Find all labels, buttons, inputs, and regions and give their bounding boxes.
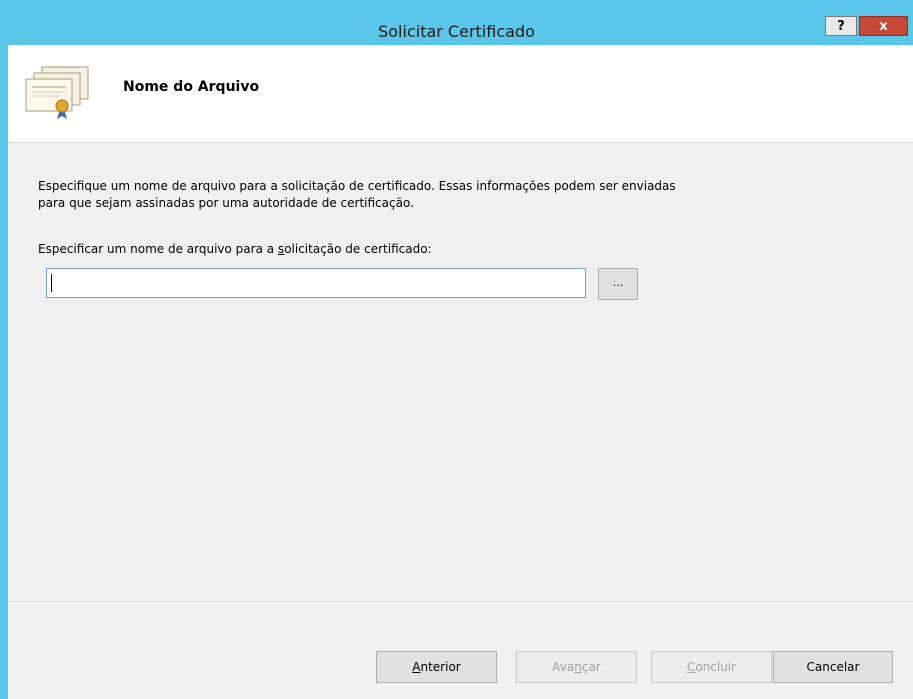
browse-button[interactable]: ...: [598, 268, 638, 300]
filename-label: Especificar um nome de arquivo para a so…: [38, 242, 432, 256]
page-title: Nome do Arquivo: [123, 79, 260, 95]
dialog-body: Nome do Arquivo Especifique um nome de a…: [8, 45, 913, 699]
help-button[interactable]: ?: [825, 16, 857, 36]
cancel-button[interactable]: Cancelar: [773, 651, 893, 683]
next-button[interactable]: Avançar: [516, 651, 637, 683]
close-button[interactable]: x: [859, 16, 908, 36]
previous-button-label: nterior: [420, 660, 461, 674]
filename-label-text-end: olicitação de certificado:: [284, 242, 432, 256]
title-bar[interactable]: Solicitar Certificado ? x: [0, 0, 913, 45]
filename-input[interactable]: [46, 268, 586, 298]
next-button-label-end: çar: [581, 660, 601, 674]
finish-button-label: oncluir: [695, 660, 737, 674]
window-title: Solicitar Certificado: [378, 22, 535, 41]
certificate-stack-icon: [25, 66, 89, 119]
wizard-header: Nome do Arquivo: [8, 45, 913, 143]
wizard-footer: Anterior Avançar Concluir Cancelar: [8, 601, 913, 699]
finish-button[interactable]: Concluir: [651, 651, 772, 683]
dialog-window: Solicitar Certificado ? x Nome do Arquiv…: [0, 0, 913, 699]
description-line: para que sejam assinadas por uma autorid…: [38, 196, 414, 210]
description-text: Especifique um nome de arquivo para a so…: [38, 178, 818, 212]
next-button-accesskey: n: [574, 660, 582, 674]
description-line: Especifique um nome de arquivo para a so…: [38, 179, 676, 193]
previous-button[interactable]: Anterior: [376, 651, 497, 683]
next-button-label-start: Ava: [552, 660, 575, 674]
filename-label-text: Especificar um nome de arquivo para a: [38, 242, 278, 256]
text-caret: [51, 274, 52, 292]
